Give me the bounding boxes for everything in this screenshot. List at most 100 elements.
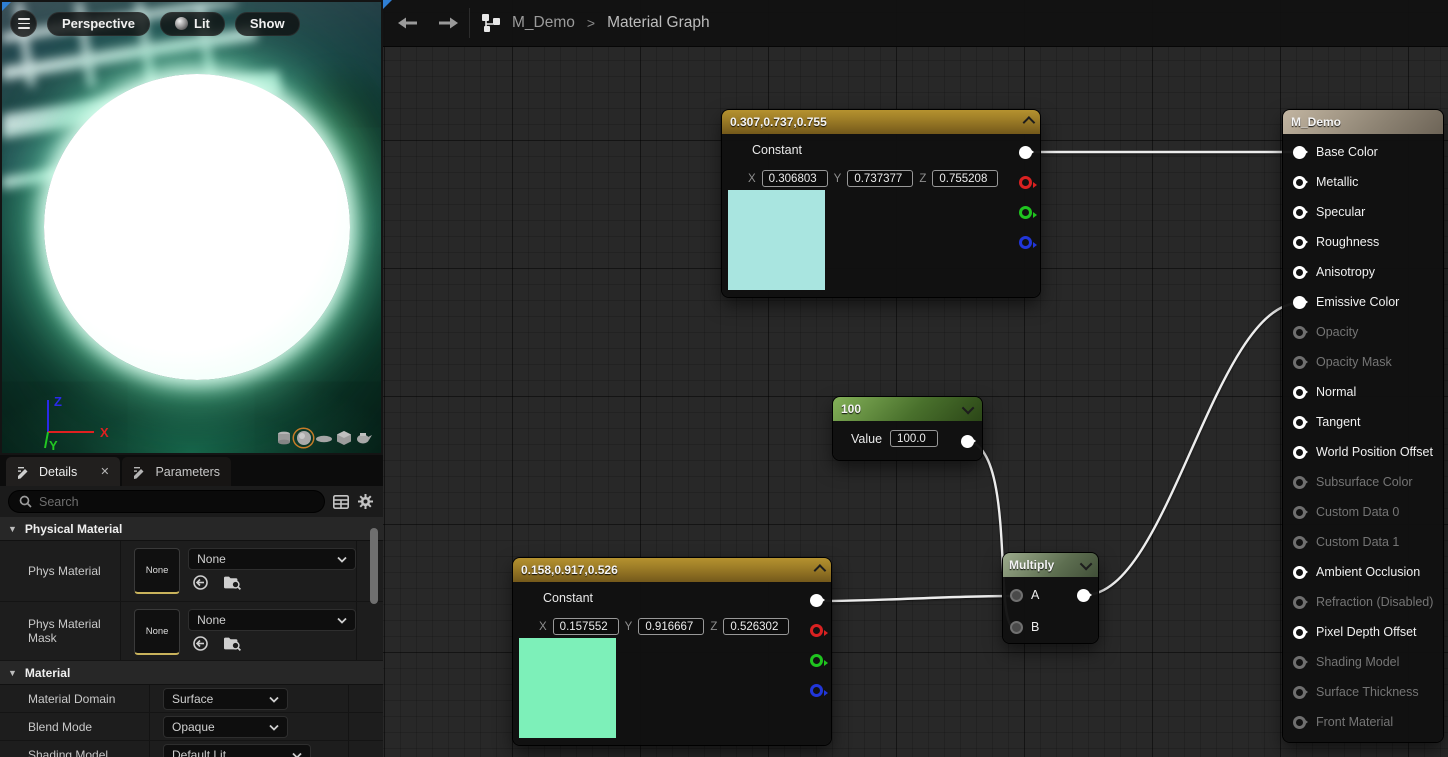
material-input-pin[interactable] — [1293, 176, 1306, 189]
material-input-pin[interactable] — [1293, 386, 1306, 399]
output-pin-g[interactable] — [1019, 206, 1032, 219]
output-pin-rgb[interactable] — [1019, 146, 1032, 159]
close-icon[interactable]: ✕ — [100, 465, 109, 478]
node-header[interactable]: 0.158,0.917,0.526 — [513, 558, 831, 582]
node-header[interactable]: Multiply — [1003, 553, 1098, 577]
cylinder-shape-button[interactable] — [274, 429, 293, 447]
result-pin-row[interactable]: Opacity — [1283, 317, 1443, 347]
result-pin-row[interactable]: Ambient Occlusion — [1283, 557, 1443, 587]
material-input-pin[interactable] — [1293, 656, 1306, 669]
z-value-field[interactable]: 0.755208 — [932, 170, 998, 187]
material-input-pin[interactable] — [1293, 596, 1306, 609]
value-field[interactable]: 100.0 — [890, 430, 938, 447]
phys-material-mask-dropdown[interactable]: None — [188, 609, 356, 631]
color-preview-swatch[interactable] — [519, 638, 616, 738]
result-pin-row[interactable]: Roughness — [1283, 227, 1443, 257]
section-material[interactable]: ▼ Material — [0, 661, 383, 685]
expand-chevron-icon[interactable] — [962, 401, 975, 414]
node-material-result[interactable]: M_Demo Base ColorMetallicSpecularRoughne… — [1283, 110, 1443, 742]
node-constant3-a[interactable]: 0.307,0.737,0.755 Constant X 0.306803 Y … — [722, 110, 1040, 297]
material-domain-dropdown[interactable]: Surface — [163, 688, 288, 710]
node-constant-scalar[interactable]: 100 Value 100.0 — [833, 397, 982, 460]
material-input-pin[interactable] — [1293, 416, 1306, 429]
result-pin-row[interactable]: Surface Thickness — [1283, 677, 1443, 707]
color-preview-swatch[interactable] — [728, 190, 825, 290]
material-input-pin[interactable] — [1293, 206, 1306, 219]
tab-details[interactable]: Details ✕ — [6, 457, 120, 486]
preview-viewport[interactable]: Perspective Lit Show Z X Y — [2, 2, 381, 453]
result-pin-row[interactable]: Normal — [1283, 377, 1443, 407]
result-pin-row[interactable]: Base Color — [1283, 137, 1443, 167]
material-input-pin[interactable] — [1293, 506, 1306, 519]
node-multiply[interactable]: Multiply A B — [1003, 553, 1098, 643]
custom-mesh-shape-button[interactable] — [354, 429, 373, 447]
material-input-pin[interactable] — [1293, 536, 1306, 549]
use-selected-asset-icon[interactable] — [192, 575, 209, 590]
material-input-pin[interactable] — [1293, 716, 1306, 729]
material-input-pin[interactable] — [1293, 326, 1306, 339]
asset-thumbnail[interactable]: None — [134, 609, 180, 655]
output-pin-b[interactable] — [810, 684, 823, 697]
output-pin-g[interactable] — [810, 654, 823, 667]
use-selected-asset-icon[interactable] — [192, 636, 209, 651]
output-pin-r[interactable] — [810, 624, 823, 637]
material-input-pin[interactable] — [1293, 686, 1306, 699]
result-pin-row[interactable]: Custom Data 1 — [1283, 527, 1443, 557]
collapse-chevron-icon[interactable] — [814, 564, 827, 577]
result-pin-row[interactable]: Opacity Mask — [1283, 347, 1443, 377]
node-header[interactable]: M_Demo — [1283, 110, 1443, 134]
x-value-field[interactable]: 0.157552 — [553, 618, 619, 635]
breadcrumb-root[interactable]: M_Demo — [512, 14, 575, 32]
result-pin-row[interactable]: Metallic — [1283, 167, 1443, 197]
result-pin-row[interactable]: Refraction (Disabled) — [1283, 587, 1443, 617]
details-scrollbar[interactable] — [370, 528, 378, 604]
forward-arrow-icon[interactable] — [435, 16, 461, 30]
output-pin-rgb[interactable] — [810, 594, 823, 607]
cube-shape-button[interactable] — [334, 429, 353, 447]
material-input-pin[interactable] — [1293, 296, 1306, 309]
section-collapse-icon[interactable]: ▼ — [8, 668, 17, 678]
phys-material-dropdown[interactable]: None — [188, 548, 356, 570]
wire-constb-multiply-a[interactable] — [819, 596, 1012, 601]
output-pin-r[interactable] — [1019, 176, 1032, 189]
node-constant3-b[interactable]: 0.158,0.917,0.526 Constant X 0.157552 Y … — [513, 558, 831, 745]
blend-mode-dropdown[interactable]: Opaque — [163, 716, 288, 738]
section-collapse-icon[interactable]: ▼ — [8, 524, 17, 534]
sphere-shape-button[interactable] — [294, 429, 313, 447]
x-value-field[interactable]: 0.306803 — [762, 170, 828, 187]
output-pin[interactable] — [961, 435, 974, 448]
material-input-pin[interactable] — [1293, 566, 1306, 579]
asset-thumbnail[interactable]: None — [134, 548, 180, 594]
section-physical-material[interactable]: ▼ Physical Material — [0, 517, 383, 541]
result-pin-row[interactable]: Subsurface Color — [1283, 467, 1443, 497]
material-input-pin[interactable] — [1293, 266, 1306, 279]
plane-shape-button[interactable] — [314, 429, 333, 447]
show-button[interactable]: Show — [235, 12, 300, 36]
material-input-pin[interactable] — [1293, 446, 1306, 459]
material-graph-canvas[interactable]: M_Demo > Material Graph 0.307,0.737,0.75… — [383, 0, 1448, 757]
lit-mode-button[interactable]: Lit — [160, 12, 225, 36]
result-pin-row[interactable]: Front Material — [1283, 707, 1443, 737]
collapse-chevron-icon[interactable] — [1023, 116, 1036, 129]
y-value-field[interactable]: 0.737377 — [847, 170, 913, 187]
result-pin-row[interactable]: Tangent — [1283, 407, 1443, 437]
expand-chevron-icon[interactable] — [1080, 557, 1093, 570]
material-input-pin[interactable] — [1293, 626, 1306, 639]
input-pin-a[interactable] — [1010, 589, 1023, 602]
result-pin-row[interactable]: Specular — [1283, 197, 1443, 227]
settings-gear-icon[interactable] — [357, 493, 374, 510]
material-input-pin[interactable] — [1293, 146, 1306, 159]
result-pin-row[interactable]: Anisotropy — [1283, 257, 1443, 287]
wire-multiply-emissive[interactable] — [1085, 303, 1300, 595]
y-value-field[interactable]: 0.916667 — [638, 618, 704, 635]
input-pin-b[interactable] — [1010, 621, 1023, 634]
search-input[interactable]: Search — [8, 490, 325, 513]
material-input-pin[interactable] — [1293, 236, 1306, 249]
browse-to-asset-icon[interactable] — [223, 636, 241, 651]
display-filter-icon[interactable] — [333, 495, 349, 509]
perspective-button[interactable]: Perspective — [47, 12, 150, 36]
node-header[interactable]: 0.307,0.737,0.755 — [722, 110, 1040, 134]
result-pin-row[interactable]: Emissive Color — [1283, 287, 1443, 317]
shading-model-dropdown[interactable]: Default Lit — [163, 744, 311, 757]
result-pin-row[interactable]: Custom Data 0 — [1283, 497, 1443, 527]
